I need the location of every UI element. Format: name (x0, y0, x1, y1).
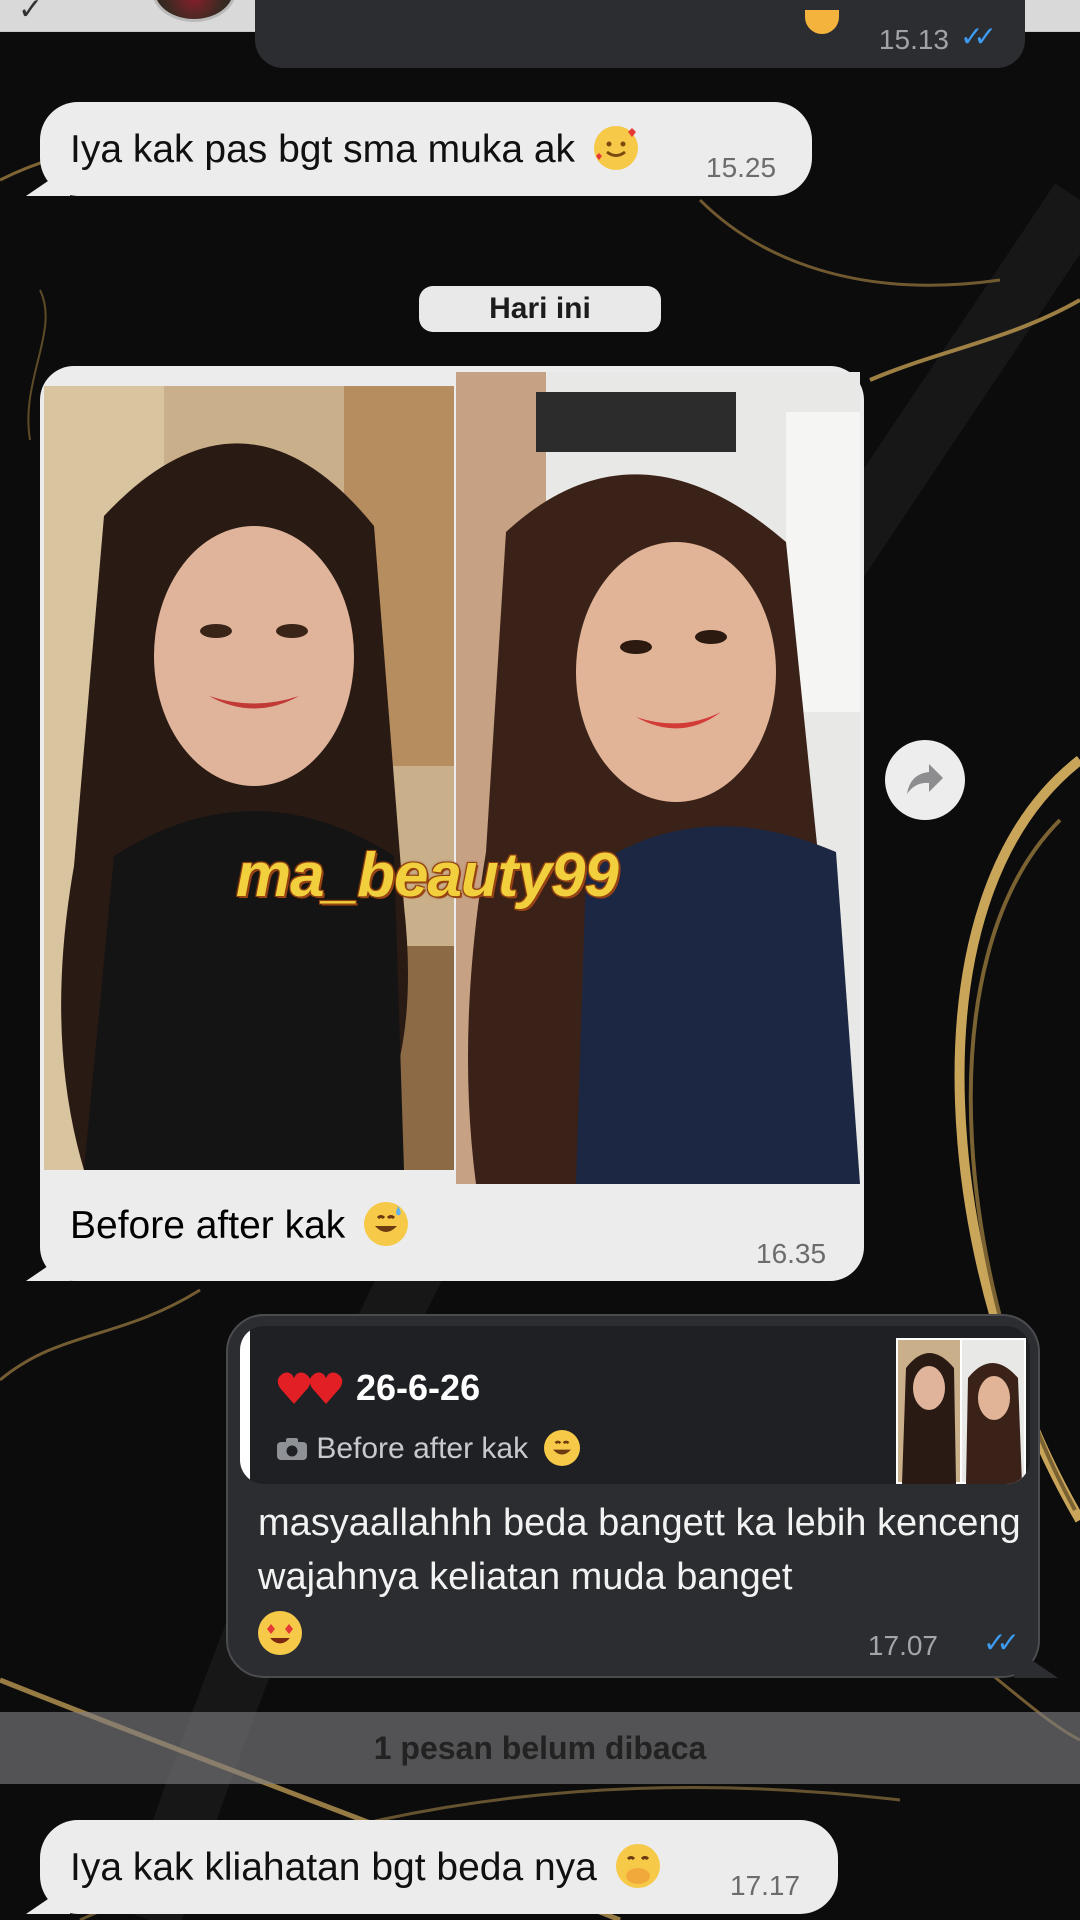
image-message[interactable]: ma_beauty99 Before after kak 16.35 (26, 366, 864, 1281)
read-receipt-icon: ✓✓ (960, 21, 997, 52)
quoted-message[interactable]: 26-6-26 Before after kak (240, 1326, 1030, 1484)
incoming-message[interactable]: Iya kak kliahatan bgt beda nya 17.17 (26, 1820, 838, 1914)
message-text: masyaallahhh beda bangett ka lebih kence… (258, 1502, 1021, 1598)
before-photo[interactable] (44, 386, 454, 1170)
message-time: 17.07 (867, 1630, 938, 1661)
back-chevron-icon[interactable]: ✓ (18, 0, 43, 27)
face-with-hand-over-mouth-icon (615, 1844, 660, 1888)
message-text: Iya kak pas bgt sma muka ak (70, 128, 576, 171)
outgoing-reply-message[interactable]: 26-6-26 Before after kak masyaallahhh be… (226, 1314, 1058, 1678)
message-text: Before after kak (70, 1204, 346, 1247)
grinning-sweat-icon (364, 1202, 409, 1246)
grinning-sweat-icon (544, 1430, 581, 1466)
message-time: 15.25 (706, 152, 777, 183)
quoted-text: Before after kak (316, 1432, 529, 1465)
emoji-icon (805, 10, 839, 34)
smiling-face-with-hearts-icon (593, 126, 638, 170)
watermark-text: ma_beauty99 (236, 841, 619, 910)
unread-messages-banner: 1 pesan belum dibaca (0, 1712, 1080, 1784)
date-separator: Hari ini (419, 286, 661, 332)
forward-button[interactable] (885, 740, 965, 820)
message-time: 15.13 (878, 24, 949, 55)
camera-icon (277, 1438, 307, 1460)
message-text: Iya kak kliahatan bgt beda nya (70, 1846, 597, 1889)
after-photo[interactable] (456, 372, 860, 1184)
message-time: 16.35 (756, 1238, 827, 1269)
heart-eyes-icon (258, 1611, 302, 1655)
previous-outgoing-message[interactable]: 15.13 ✓✓ (255, 0, 1025, 68)
avatar[interactable] (152, 0, 236, 22)
read-receipt-icon: ✓✓ (983, 1627, 1020, 1658)
forward-arrow-icon (907, 764, 943, 794)
quoted-sender-name: 26-6-26 (356, 1367, 481, 1408)
incoming-message[interactable]: Iya kak pas bgt sma muka ak 15.25 (26, 102, 812, 196)
message-time: 17.17 (730, 1870, 801, 1901)
quoted-image-thumbnail (896, 1338, 1026, 1484)
hearts-icon (277, 1372, 343, 1404)
